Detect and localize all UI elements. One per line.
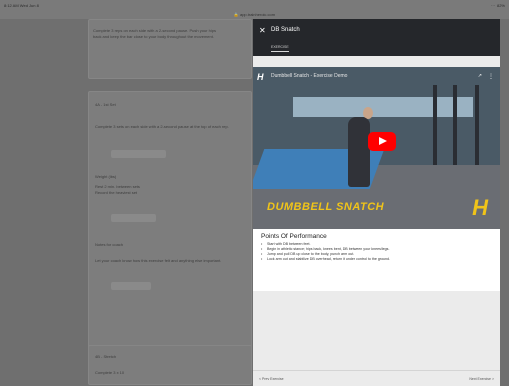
- list-item: Lock arm out and stabilize DB overhead, …: [261, 257, 492, 262]
- bg-notes-input[interactable]: [111, 282, 151, 290]
- bg-card1-line2: back and keep the bar close to your body…: [93, 34, 214, 39]
- drawer-footer: < Prev Exercise Next Exercise >: [253, 370, 500, 386]
- bg-card2-note: Complete 3 sets on each side with a 2-se…: [95, 124, 229, 129]
- bg-weight-input[interactable]: [111, 150, 166, 158]
- video-title[interactable]: Dumbbell Snatch - Exercise Demo: [271, 73, 347, 79]
- drawer-header: ✕ DB Snatch EXERCISE: [253, 19, 500, 56]
- close-icon[interactable]: ✕: [259, 26, 266, 35]
- bg-notes-hint: Let your coach know how this exercise fe…: [95, 258, 222, 263]
- bg-weight-subhint: Record the heaviest set: [95, 190, 138, 195]
- points-list: Start with DB between feet. Begin in ath…: [261, 242, 492, 262]
- next-exercise-link[interactable]: Next Exercise >: [469, 377, 494, 381]
- bg-weight-label: Weight (lbs): [95, 174, 117, 179]
- bg-card-instructions: Complete 3 reps on each side with a 2-se…: [88, 19, 252, 79]
- drawer-title: DB Snatch: [271, 27, 300, 33]
- bg-reps-input[interactable]: [111, 214, 156, 222]
- prev-exercise-link[interactable]: < Prev Exercise: [259, 377, 284, 381]
- url-text: 🔒 app.trainheroic.com: [233, 12, 276, 17]
- bg-card3-subtitle: Complete 3 x 10: [95, 370, 125, 375]
- exercise-drawer: ✕ DB Snatch EXERCISE H Dumbbell Snatch -…: [253, 19, 500, 386]
- play-icon[interactable]: [368, 132, 396, 151]
- signal-icon: ···: [490, 3, 495, 8]
- more-icon[interactable]: ⋮: [488, 73, 494, 80]
- bg-card-stretch: 4B - Stretch Complete 3 x 10: [88, 345, 252, 385]
- bg-card3-title: 4B - Stretch: [95, 354, 117, 359]
- tab-exercise[interactable]: EXERCISE: [271, 45, 289, 52]
- video-player[interactable]: H Dumbbell Snatch - Exercise Demo ↗ ⋮ DU…: [253, 67, 500, 237]
- points-title: Points Of Performance: [261, 233, 327, 240]
- brand-logo-icon: H: [472, 195, 488, 220]
- status-bar: 8:12 AM Wed Jun 8 ··· 82%: [0, 0, 509, 11]
- status-time: 8:12 AM Wed Jun 8: [4, 3, 39, 8]
- bg-card2-title: 4A - 1st Set: [95, 102, 116, 107]
- url-bar[interactable]: 🔒 app.trainheroic.com: [0, 11, 509, 19]
- video-caption: DUMBBELL SNATCH: [267, 201, 385, 213]
- channel-logo-icon[interactable]: H: [257, 72, 267, 82]
- status-indicators: ··· 82%: [491, 3, 505, 8]
- bg-card-set: 4A - 1st Set Complete 3 sets on each sid…: [88, 91, 252, 357]
- share-icon[interactable]: ↗: [478, 73, 482, 79]
- battery-level: 82%: [496, 3, 505, 8]
- bg-notes-label: Notes for coach: [95, 242, 124, 247]
- video-athlete: [348, 117, 370, 187]
- points-of-performance: Points Of Performance Start with DB betw…: [253, 229, 500, 291]
- video-background-window: [293, 97, 473, 117]
